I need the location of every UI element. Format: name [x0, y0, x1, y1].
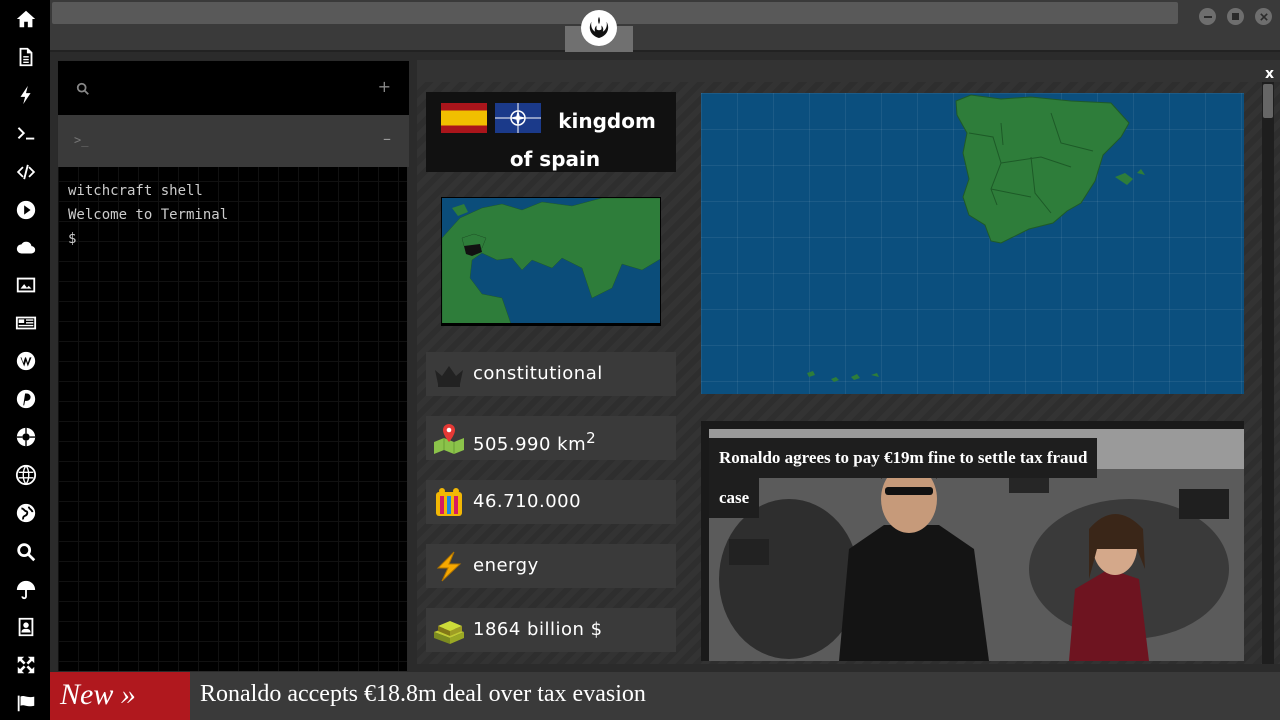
globe-icon[interactable] [13, 500, 39, 526]
map-pin-icon [432, 422, 466, 454]
top-bar [50, 0, 1280, 52]
population-value: 46.710.000 [473, 491, 582, 512]
area-number: 505.990 km [473, 434, 587, 455]
news-card[interactable]: Ronaldo agrees to pay €19m fine to settl… [701, 421, 1244, 661]
terminal-panel[interactable]: + >_ – witchcraft shell Welcome to Termi… [57, 60, 409, 672]
terminal-line: Welcome to Terminal [68, 207, 229, 223]
search-icon[interactable] [13, 539, 39, 565]
scrollbar[interactable] [1262, 82, 1274, 664]
globe-wire-icon[interactable] [13, 462, 39, 488]
news-headline-line1[interactable]: Ronaldo agrees to pay €19m fine to settl… [709, 438, 1098, 478]
terminal-line: witchcraft shell [68, 183, 203, 199]
newspaper-icon[interactable] [13, 310, 39, 336]
gdp-stat: 1864 billion $ [426, 608, 676, 652]
population-icon [432, 486, 466, 518]
money-icon [432, 614, 466, 646]
home-icon[interactable] [13, 6, 39, 32]
add-tab-button[interactable]: + [378, 77, 391, 96]
flag-icon[interactable] [13, 690, 39, 716]
scrollbar-thumb[interactable] [1263, 84, 1273, 118]
crown-icon [432, 358, 466, 390]
pinterest-icon[interactable] [13, 386, 39, 412]
maximize-button[interactable] [1227, 8, 1244, 25]
close-window-button[interactable] [1255, 8, 1272, 25]
terminal-search-row[interactable]: + [58, 61, 409, 115]
umbrella-icon[interactable] [13, 577, 39, 603]
country-map[interactable] [701, 93, 1244, 394]
energy-icon [432, 550, 466, 582]
cloud-icon[interactable] [13, 235, 39, 261]
economy-stat: energy [426, 544, 676, 588]
terminal-tab[interactable]: >_ – [58, 115, 409, 167]
close-tab-button[interactable]: – [383, 129, 391, 148]
world-mini-map[interactable] [441, 197, 661, 326]
country-name: kingdom of spain [509, 109, 656, 171]
bolt-icon[interactable] [13, 82, 39, 108]
area-stat: 505.990 km2 [426, 416, 676, 460]
image-icon[interactable] [13, 272, 39, 298]
news-headline-line2[interactable]: case [709, 478, 760, 518]
minimize-button[interactable] [1199, 8, 1216, 25]
code-icon[interactable] [13, 159, 39, 185]
government-value: constitutional [473, 363, 603, 384]
gdp-value: 1864 billion $ [473, 619, 603, 640]
app-sidebar [0, 0, 50, 720]
ticker-label: New » [50, 672, 190, 720]
search-icon[interactable] [76, 81, 90, 100]
area-value: 505.990 km2 [473, 416, 596, 467]
ticker-headline[interactable]: Ronaldo accepts €18.8m deal over tax eva… [200, 672, 646, 716]
economy-value: energy [473, 555, 539, 576]
expand-icon[interactable] [13, 652, 39, 678]
aperture-icon[interactable] [13, 424, 39, 450]
terminal-icon[interactable] [13, 121, 39, 147]
population-stat: 46.710.000 [426, 480, 676, 524]
rebel-logo-icon[interactable] [581, 10, 617, 46]
area-unit-exponent: 2 [586, 429, 597, 447]
panel-close-button[interactable]: x [1265, 66, 1274, 82]
prompt-icon: >_ [74, 133, 89, 147]
contacts-icon[interactable] [13, 614, 39, 640]
wordpress-icon[interactable] [13, 348, 39, 374]
play-icon[interactable] [13, 197, 39, 223]
terminal-output[interactable]: witchcraft shell Welcome to Terminal $ [68, 179, 228, 251]
document-icon[interactable] [13, 44, 39, 70]
terminal-prompt[interactable]: $ [68, 227, 228, 251]
government-stat: constitutional [426, 352, 676, 396]
news-ticker[interactable]: New » Ronaldo accepts €18.8m deal over t… [50, 672, 1280, 720]
